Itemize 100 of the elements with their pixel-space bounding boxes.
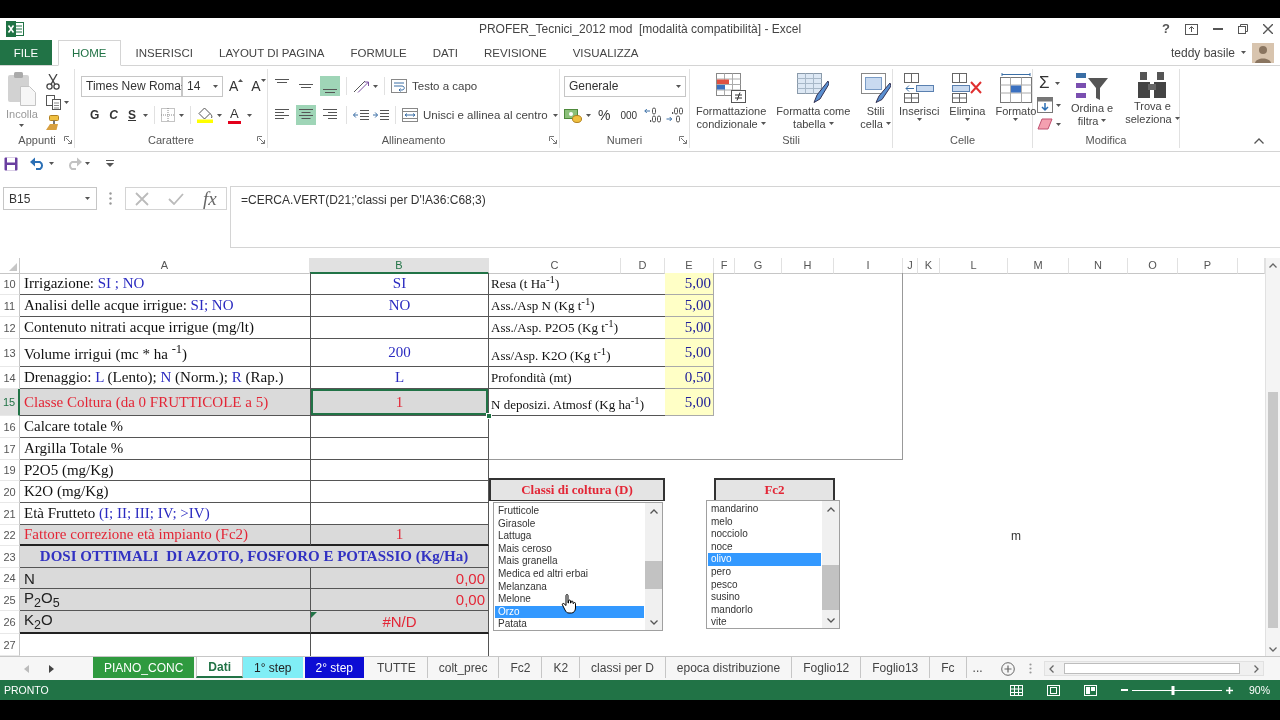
column-header[interactable]: P <box>1178 258 1238 274</box>
font-color-button[interactable]: A <box>226 104 243 126</box>
eraser-icon[interactable] <box>1037 118 1053 130</box>
scroll-thumb[interactable] <box>645 561 662 589</box>
help-button[interactable]: ? <box>1162 22 1170 36</box>
list-item[interactable]: vite <box>708 616 821 629</box>
column-header[interactable]: C <box>489 258 621 274</box>
caret-icon[interactable] <box>143 113 149 117</box>
align-bottom-icon[interactable] <box>320 76 340 96</box>
dialog-launcher-icon[interactable] <box>679 136 687 144</box>
scroll-right-icon[interactable] <box>1253 664 1259 673</box>
list-item[interactable]: Frutticole <box>495 505 644 518</box>
column-header[interactable]: I <box>834 258 903 274</box>
sheet-tab[interactable]: Dati <box>196 657 244 678</box>
list-item[interactable]: Melanzana <box>495 580 644 594</box>
shrink-font-button[interactable]: A <box>249 75 268 97</box>
caret-icon[interactable] <box>217 113 223 117</box>
caret-icon[interactable] <box>85 162 90 165</box>
delete-cells-button[interactable]: Elimina <box>947 72 988 123</box>
currency-icon[interactable] <box>564 107 582 123</box>
zoom-level-button[interactable]: 90% <box>1249 684 1270 696</box>
vertical-scrollbar[interactable] <box>822 501 839 628</box>
column-header[interactable]: G <box>735 258 782 274</box>
close-icon[interactable] <box>1263 24 1273 34</box>
comma-style-button[interactable]: 000 <box>617 104 641 126</box>
decrease-decimal-icon[interactable] <box>666 107 685 123</box>
cut-icon[interactable] <box>45 74 60 90</box>
row-header[interactable]: 12 <box>0 317 20 340</box>
list-item[interactable]: mandarino <box>708 503 821 516</box>
grip-icon[interactable] <box>1028 663 1032 674</box>
insert-cells-button[interactable]: Inserisci <box>897 72 942 123</box>
conditional-formatting-button[interactable]: Formattazione condizionale <box>694 72 769 131</box>
bold-button[interactable]: G <box>87 104 103 126</box>
row-header[interactable]: 21 <box>0 503 20 525</box>
dialog-launcher-icon[interactable] <box>549 136 557 144</box>
ribbon-tab[interactable]: HOME <box>58 40 121 66</box>
user-name[interactable]: teddy basile <box>1170 45 1235 60</box>
sheet-tab[interactable]: epoca distribuzione <box>665 657 793 678</box>
scroll-down-icon[interactable] <box>649 619 658 625</box>
column-header[interactable]: N <box>1069 258 1128 274</box>
list-item[interactable]: Patata <box>495 618 644 631</box>
caret-icon[interactable] <box>1056 103 1061 107</box>
restore-icon[interactable] <box>1238 24 1248 34</box>
vertical-scrollbar[interactable] <box>645 503 662 630</box>
sheet-tab[interactable]: Foglio13 <box>861 657 931 678</box>
column-header[interactable]: M <box>1008 258 1069 274</box>
sheet-tab[interactable]: TUTTE <box>366 657 428 678</box>
list-item[interactable]: Mais granella <box>495 555 644 568</box>
new-sheet-icon[interactable] <box>1000 661 1015 676</box>
sheet-tab[interactable]: K2 <box>542 657 581 678</box>
decrease-indent-icon[interactable] <box>353 109 369 121</box>
next-sheet-icon[interactable] <box>49 664 54 673</box>
horizontal-scrollbar[interactable] <box>1043 661 1264 676</box>
caret-icon[interactable] <box>1054 81 1060 85</box>
page-break-icon[interactable] <box>1084 684 1097 696</box>
sheet-tab[interactable]: 1° step <box>243 657 305 678</box>
column-header[interactable]: D <box>621 258 665 274</box>
ribbon-display-icon[interactable] <box>1185 23 1198 35</box>
list-item[interactable]: susino <box>708 591 821 604</box>
list-item[interactable]: Melone <box>495 593 644 606</box>
ribbon-tab[interactable]: REVISIONE <box>471 40 560 65</box>
scroll-left-icon[interactable] <box>1048 664 1054 673</box>
save-icon[interactable] <box>4 156 18 171</box>
excel-logo-icon[interactable] <box>6 21 24 37</box>
row-header[interactable]: 13 <box>0 339 20 367</box>
ribbon-tab[interactable]: INSERISCI <box>122 40 206 65</box>
caret-icon[interactable] <box>179 113 185 117</box>
scroll-up-icon[interactable] <box>826 506 835 512</box>
vertical-scrollbar[interactable] <box>1265 258 1280 656</box>
fill-down-icon[interactable] <box>1037 97 1053 113</box>
row-header[interactable]: 11 <box>0 295 20 318</box>
scroll-thumb[interactable] <box>1063 663 1240 674</box>
ribbon-tab[interactable]: VISUALIZZA <box>559 40 652 65</box>
normal-view-icon[interactable] <box>1010 684 1023 696</box>
caret-icon[interactable] <box>63 101 69 104</box>
sheet-tab[interactable]: Foglio12 <box>792 657 862 678</box>
caret-icon[interactable] <box>586 113 591 117</box>
list-item[interactable]: Mais ceroso <box>495 542 644 556</box>
list-box[interactable]: mandarino melo nocciolo noce olivo pero pesco susino mandorlo vite <box>706 500 840 629</box>
caret-icon[interactable] <box>246 113 252 117</box>
row-header[interactable]: 17 <box>0 438 20 460</box>
wrap-text-button[interactable]: Testo a capo <box>391 79 478 93</box>
format-as-table-button[interactable]: Formatta come tabella <box>774 72 853 131</box>
zoom-in-icon[interactable] <box>1226 686 1233 694</box>
copy-icon[interactable] <box>45 95 61 110</box>
caret-icon[interactable] <box>49 162 54 165</box>
grow-font-button[interactable]: A <box>227 75 246 97</box>
increase-indent-icon[interactable] <box>373 109 389 121</box>
ribbon-tab[interactable]: LAYOUT DI PAGINA <box>206 40 338 65</box>
number-format-field[interactable]: Generale <box>564 75 686 97</box>
column-header[interactable]: J <box>903 258 918 274</box>
caret-icon[interactable] <box>1241 51 1246 54</box>
list-item[interactable]: mandorlo <box>708 603 821 617</box>
scroll-up-icon[interactable] <box>1269 262 1277 268</box>
row-header[interactable]: 10 <box>0 273 20 296</box>
row-header[interactable]: 20 <box>0 481 20 503</box>
italic-button[interactable]: C <box>106 104 121 126</box>
page-layout-icon[interactable] <box>1047 684 1060 696</box>
format-cells-button[interactable]: Formato <box>993 72 1039 123</box>
more-sheets-button[interactable]: ... <box>966 657 989 678</box>
